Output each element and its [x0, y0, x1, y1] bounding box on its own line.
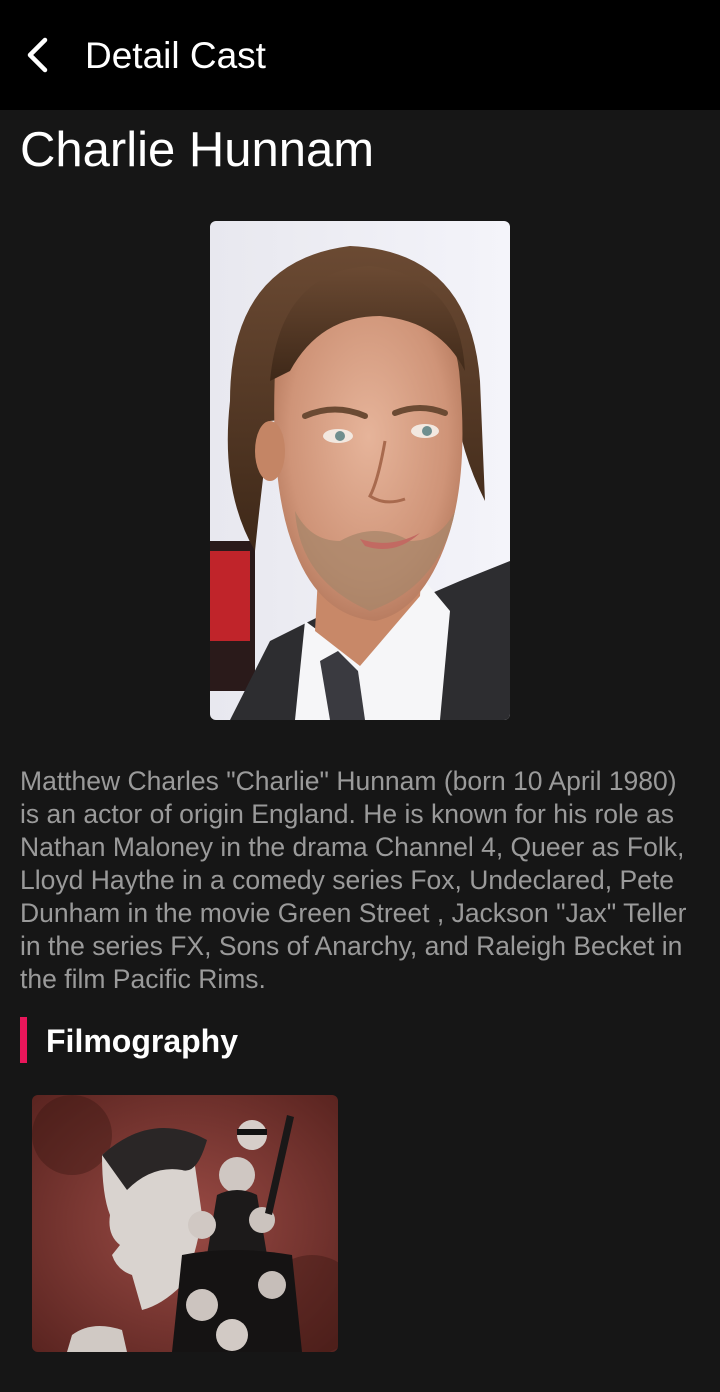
cast-photo	[210, 221, 510, 720]
chevron-left-icon	[27, 37, 48, 73]
page-title: Detail Cast	[85, 35, 266, 76]
app-bar: Detail Cast	[0, 0, 720, 110]
back-button[interactable]	[12, 29, 64, 81]
section-accent-bar	[20, 1017, 27, 1063]
cast-biography: Matthew Charles "Charlie" Hunnam (born 1…	[20, 766, 687, 994]
filmography-heading: Filmography	[46, 1023, 239, 1059]
cast-name: Charlie Hunnam	[20, 123, 375, 177]
filmography-item-poster[interactable]	[32, 1095, 338, 1352]
